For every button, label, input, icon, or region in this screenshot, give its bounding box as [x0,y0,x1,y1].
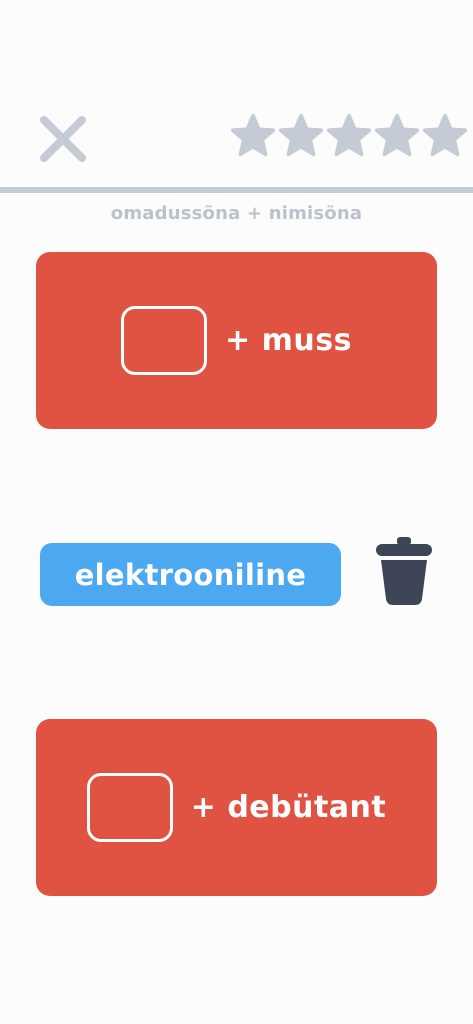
close-button[interactable] [38,114,88,164]
word-chip[interactable]: elektrooniline [40,543,341,606]
trash-button[interactable] [373,535,435,607]
star-icon [230,113,276,157]
drop-card-2[interactable]: + debütant [36,719,437,896]
star-icon [326,113,372,157]
card-label: + debütant [190,790,387,825]
empty-answer-slot[interactable] [86,773,173,842]
star-icon [374,113,420,157]
exercise-screen: omadussõna + nimisõna + muss elektroonil… [0,0,473,1024]
card-label: + muss [225,323,352,358]
drop-card-1[interactable]: + muss [36,252,437,429]
star-icon [278,113,324,157]
header-divider [0,187,473,193]
star-icon [422,113,468,157]
rating-stars [230,112,470,164]
exercise-subtitle: omadussõna + nimisõna [110,203,363,224]
trash-icon [376,537,432,605]
close-icon [40,116,86,162]
empty-answer-slot[interactable] [121,306,208,375]
